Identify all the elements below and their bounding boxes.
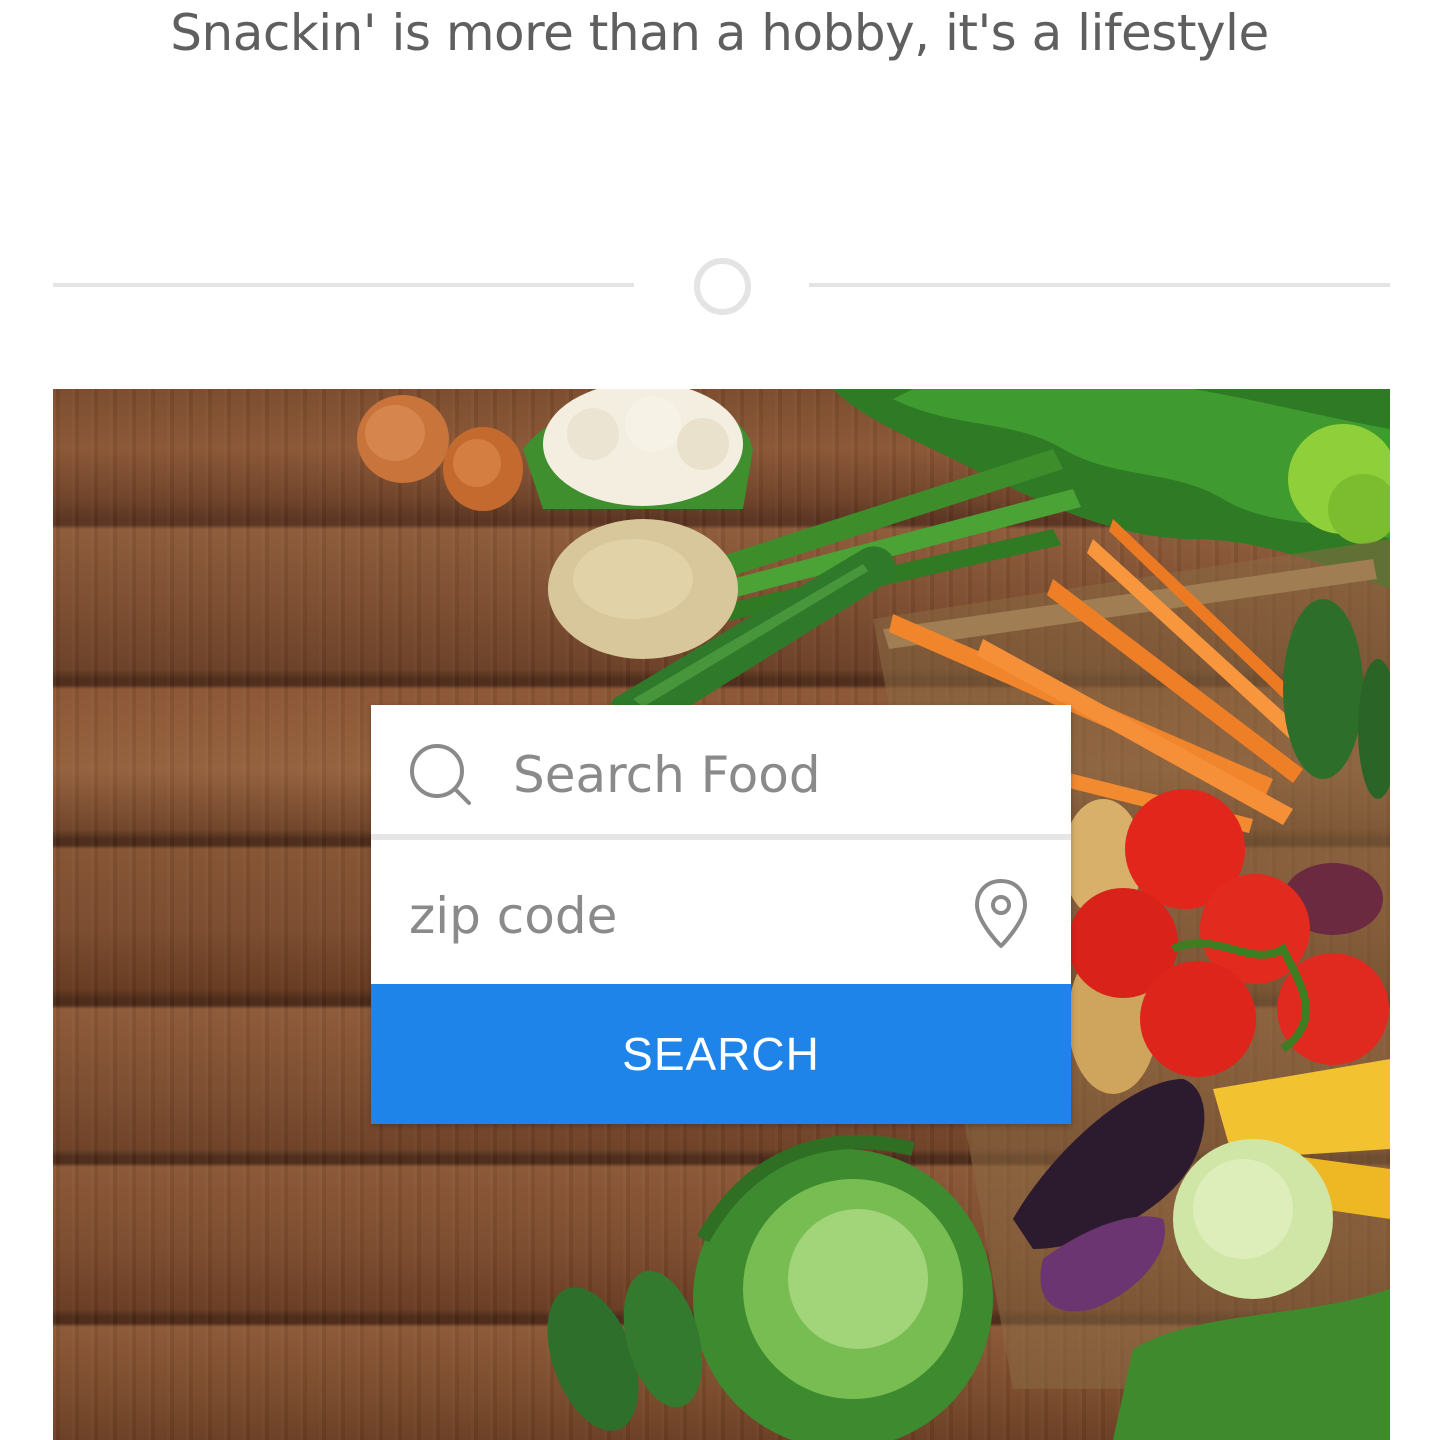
- food-search-input[interactable]: [513, 735, 1033, 815]
- location-pin-icon[interactable]: [973, 878, 1029, 950]
- search-button[interactable]: SEARCH: [371, 984, 1071, 1124]
- divider-circle-icon: [694, 258, 751, 315]
- zip-code-row: [371, 846, 1071, 984]
- search-form: SEARCH: [371, 705, 1071, 1124]
- page-tagline: Snackin' is more than a hobby, it's a li…: [170, 4, 1269, 62]
- food-search-row: [371, 705, 1071, 840]
- divider-line-left: [53, 283, 634, 287]
- page: Snackin' is more than a hobby, it's a li…: [0, 0, 1439, 1440]
- divider-line-right: [809, 283, 1390, 287]
- zip-code-input[interactable]: [409, 876, 949, 956]
- search-icon: [410, 744, 471, 805]
